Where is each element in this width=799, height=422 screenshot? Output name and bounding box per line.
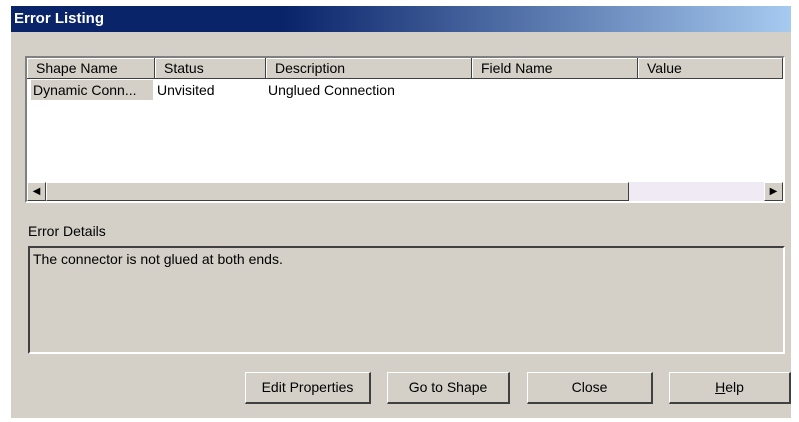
error-details-label: Error Details xyxy=(28,223,106,239)
error-details-text: The connector is not glued at both ends. xyxy=(28,246,785,354)
scroll-right-arrow-icon[interactable]: ▶ xyxy=(764,182,783,201)
scrollbar-thumb[interactable] xyxy=(46,182,629,201)
list-header: Shape Name Status Description Field Name… xyxy=(27,58,783,79)
cell-field-name xyxy=(470,80,636,100)
column-header-shape-name[interactable]: Shape Name xyxy=(27,58,155,79)
cell-shape-name: Dynamic Conn... xyxy=(31,80,153,100)
close-button[interactable]: Close xyxy=(527,372,653,404)
go-to-shape-button[interactable]: Go to Shape xyxy=(387,372,510,404)
help-button[interactable]: Help xyxy=(669,372,791,404)
error-list[interactable]: Shape Name Status Description Field Name… xyxy=(25,56,785,203)
dialog-title: Error Listing xyxy=(11,6,791,32)
horizontal-scrollbar[interactable]: ◀ ▶ xyxy=(27,182,783,201)
column-header-description[interactable]: Description xyxy=(266,58,472,79)
column-header-value[interactable]: Value xyxy=(638,58,783,79)
error-listing-dialog: Error Listing Shape Name Status Descript… xyxy=(11,6,791,418)
help-mnemonic: H xyxy=(715,379,726,395)
cell-status: Unvisited xyxy=(157,82,215,98)
column-header-status[interactable]: Status xyxy=(155,58,266,79)
table-row[interactable]: Dynamic Conn... Unvisited Unglued Connec… xyxy=(27,80,781,100)
cell-description: Unglued Connection xyxy=(268,82,395,98)
cell-value xyxy=(636,80,781,100)
edit-properties-button[interactable]: Edit Properties xyxy=(245,372,371,404)
help-label-rest: elp xyxy=(725,379,744,395)
scroll-left-arrow-icon[interactable]: ◀ xyxy=(27,182,46,201)
column-header-field-name[interactable]: Field Name xyxy=(472,58,638,79)
